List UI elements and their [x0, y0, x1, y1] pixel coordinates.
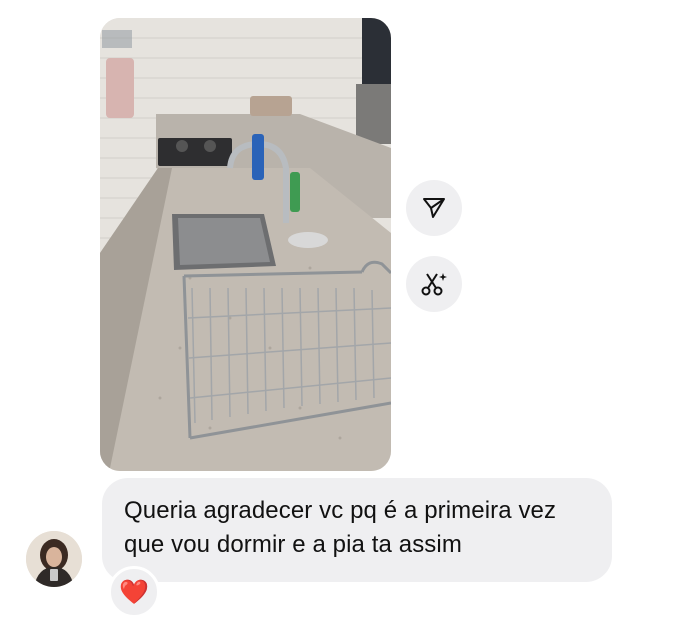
- send-icon: [423, 198, 445, 218]
- scissors-sparkle-icon: [421, 273, 447, 296]
- remix-button[interactable]: [406, 256, 462, 312]
- reaction-heart[interactable]: ❤️: [108, 566, 160, 618]
- avatar[interactable]: [26, 531, 82, 587]
- avatar-image: [26, 531, 82, 587]
- text-message-bubble[interactable]: Queria agradecer vc pq é a primeira vez …: [102, 478, 612, 582]
- photo-message[interactable]: [100, 18, 391, 471]
- kitchen-photo: [100, 18, 391, 471]
- heart-icon: ❤️: [119, 578, 149, 606]
- message-text: Queria agradecer vc pq é a primeira vez …: [124, 497, 557, 558]
- share-button[interactable]: [406, 180, 462, 236]
